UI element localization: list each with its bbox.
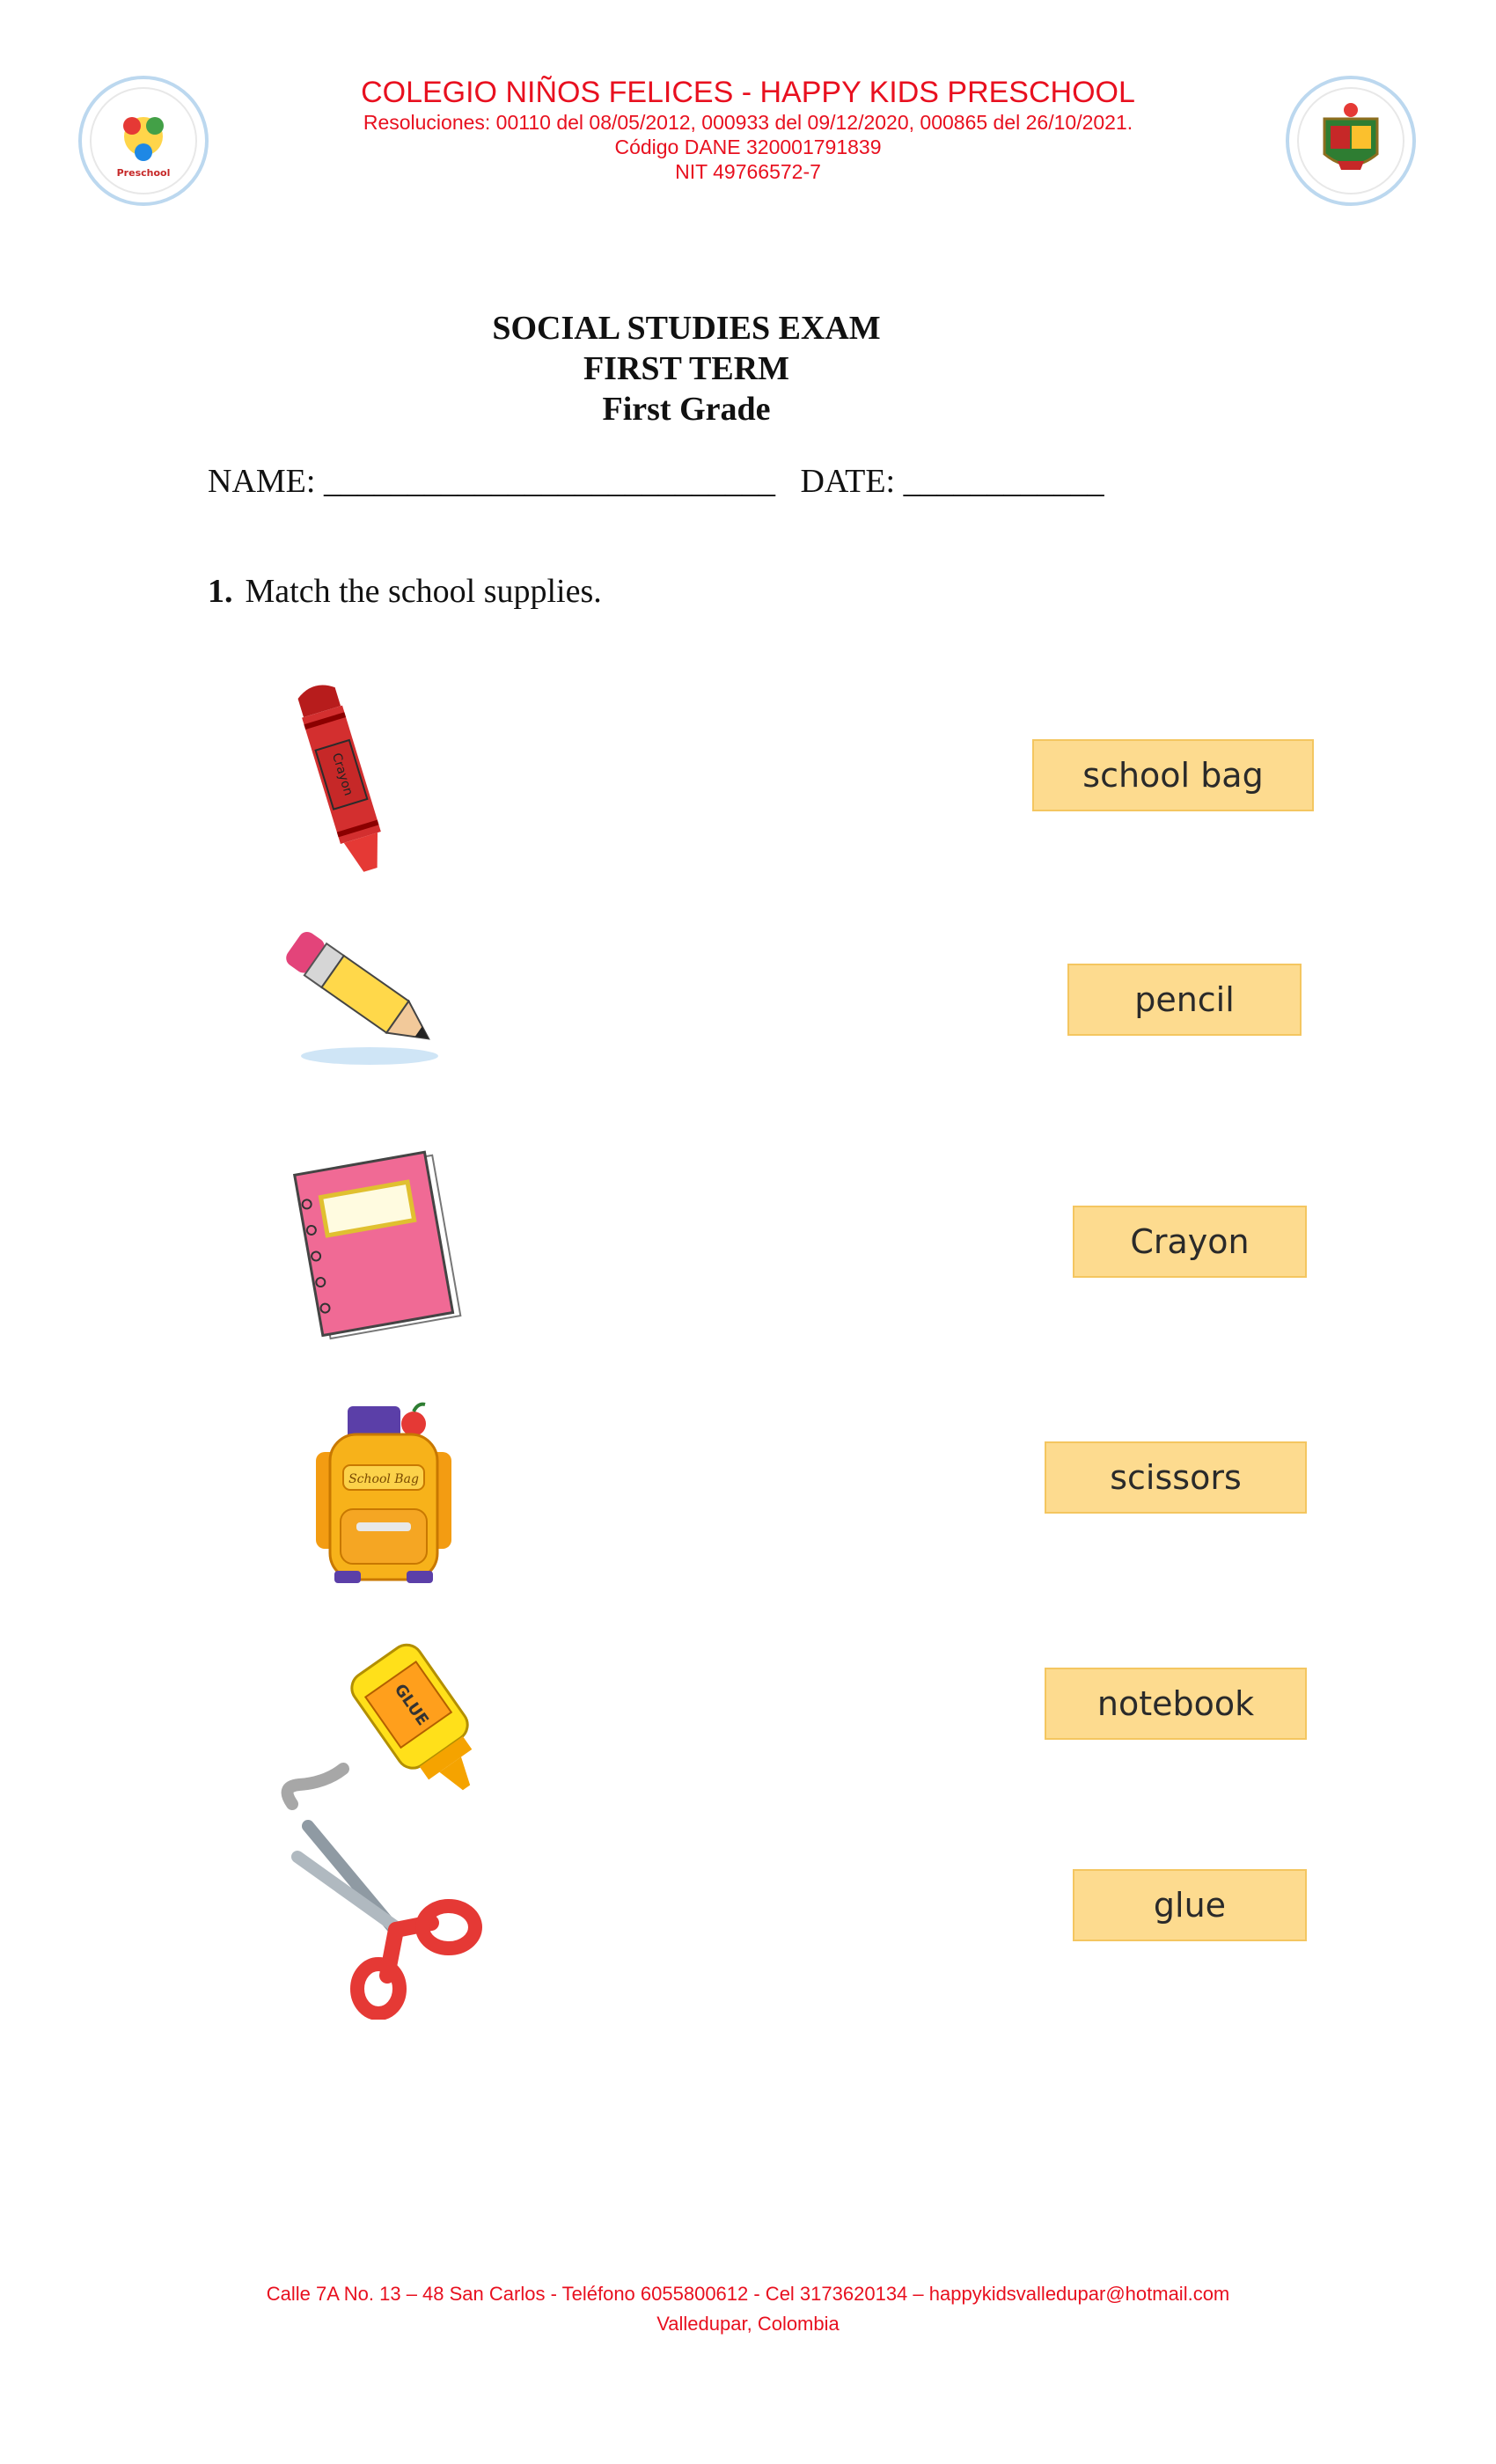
nit-number: NIT 49766572-7 <box>675 160 821 183</box>
question-text: Match the school supplies. <box>245 573 602 610</box>
footer-city: Valledupar, Colombia <box>656 2313 840 2335</box>
word-box-crayon[interactable]: Crayon <box>1073 1206 1307 1278</box>
school-header: COLEGIO NIÑOS FELICES - HAPPY KIDS PRESC… <box>0 75 1496 184</box>
word-box-glue[interactable]: glue <box>1073 1869 1307 1941</box>
exam-titles: SOCIAL STUDIES EXAM FIRST TERM First Gra… <box>334 308 1038 429</box>
date-blank[interactable]: ____________ <box>904 463 1104 500</box>
resolutions-line: Resoluciones: 00110 del 08/05/2012, 0009… <box>363 111 1133 134</box>
page-footer: Calle 7A No. 13 – 48 San Carlos - Teléfo… <box>0 2279 1496 2339</box>
question-1: 1. Match the school supplies. <box>208 572 602 611</box>
pencil-icon[interactable] <box>282 924 444 1078</box>
school-name: COLEGIO NIÑOS FELICES - HAPPY KIDS PRESC… <box>361 76 1135 109</box>
name-label: NAME: <box>208 463 316 500</box>
word-box-scissors[interactable]: scissors <box>1045 1441 1307 1514</box>
name-date-row: NAME: ___________________________ DATE: … <box>208 462 1104 501</box>
word-box-school-bag[interactable]: school bag <box>1032 739 1314 811</box>
notebook-icon[interactable] <box>282 1148 475 1346</box>
crayon-icon[interactable]: Crayon <box>282 673 405 893</box>
date-label: DATE: <box>800 463 896 500</box>
question-number: 1. <box>208 573 233 610</box>
exam-title: SOCIAL STUDIES EXAM <box>492 310 881 347</box>
glue-icon[interactable]: GLUE <box>273 1637 493 1817</box>
scissors-icon[interactable] <box>290 1817 484 2024</box>
svg-text:School Bag: School Bag <box>348 1472 419 1486</box>
word-box-notebook[interactable]: notebook <box>1045 1668 1307 1740</box>
name-blank[interactable]: ___________________________ <box>324 463 775 500</box>
exam-term: FIRST TERM <box>583 350 790 387</box>
school-bag-icon[interactable]: School Bag <box>304 1399 462 1593</box>
exam-grade: First Grade <box>602 391 771 428</box>
dane-code: Código DANE 320001791839 <box>614 136 882 158</box>
word-box-pencil[interactable]: pencil <box>1067 964 1302 1036</box>
footer-address: Calle 7A No. 13 – 48 San Carlos - Teléfo… <box>266 2283 1230 2305</box>
